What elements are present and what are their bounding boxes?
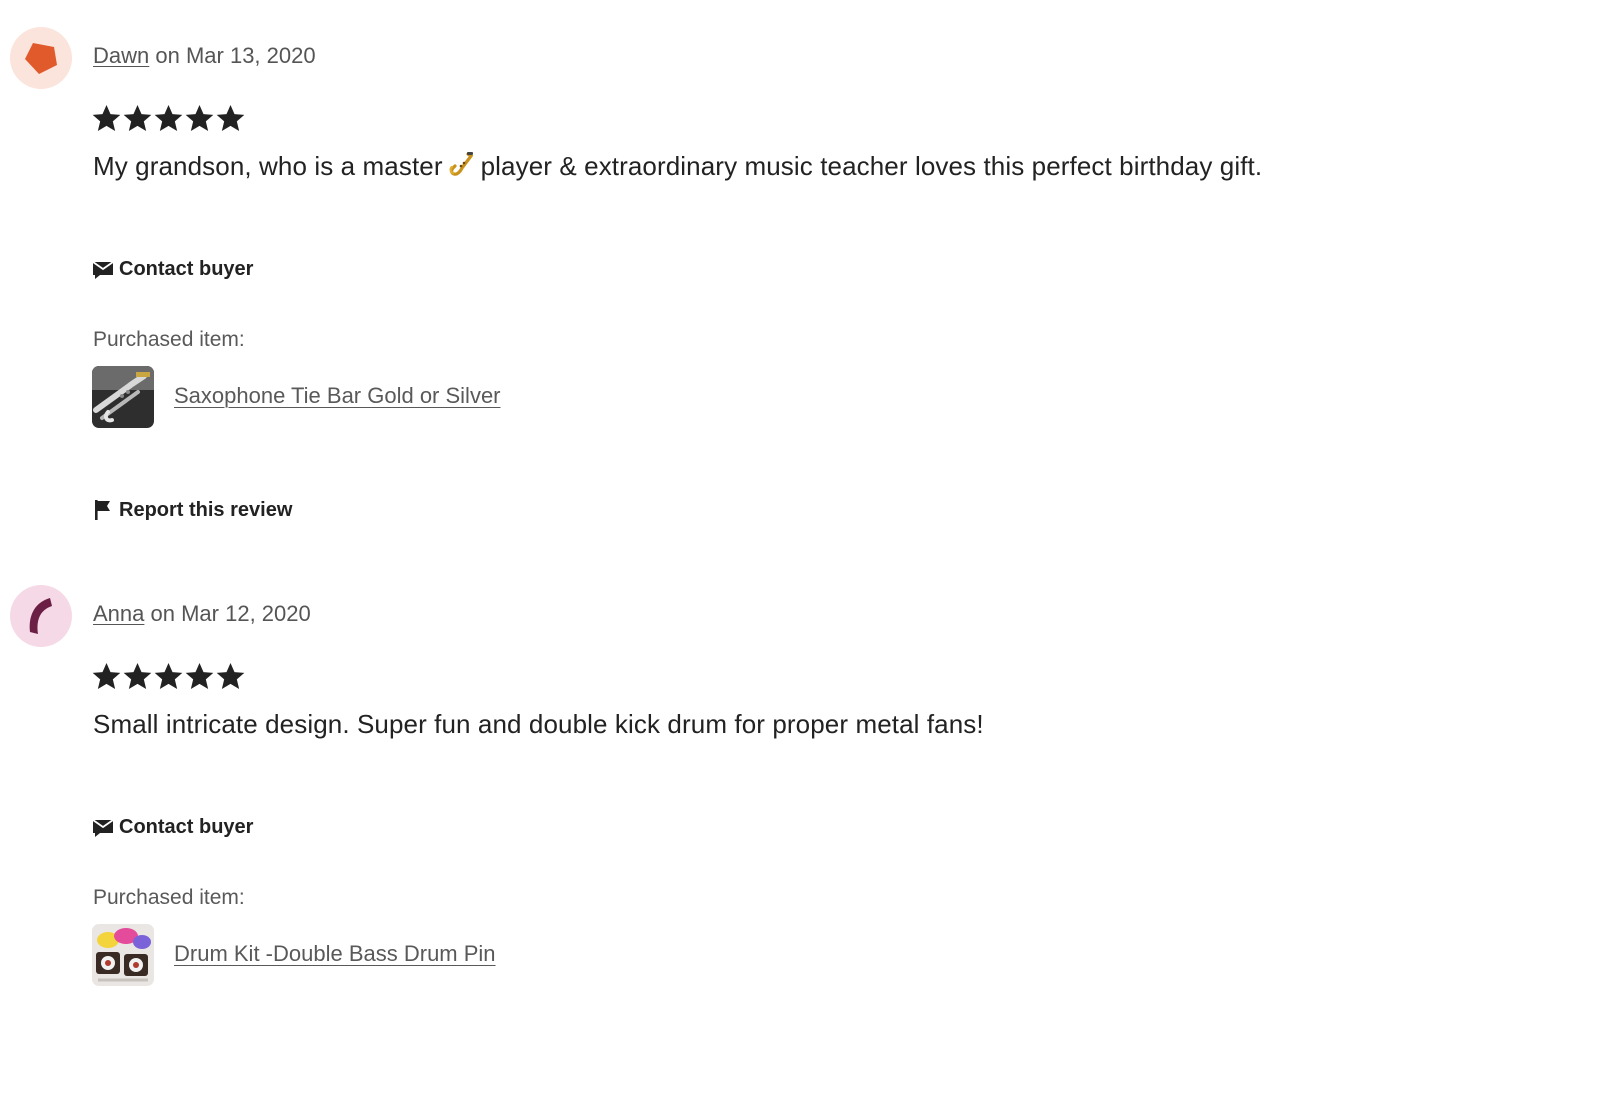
- star-icon: [154, 662, 183, 690]
- reviewer-name-link[interactable]: Anna: [93, 601, 144, 626]
- review-byline: Dawn on Mar 13, 2020: [93, 43, 316, 69]
- message-icon: [92, 818, 114, 837]
- saxophone-tie-bar-image: [92, 366, 154, 428]
- star-icon: [216, 104, 245, 132]
- report-review-label: Report this review: [119, 498, 293, 521]
- reviewer-name-link[interactable]: Dawn: [93, 43, 149, 68]
- star-rating: [91, 661, 246, 692]
- crescent-avatar-icon: [29, 598, 52, 634]
- star-icon: [185, 662, 214, 690]
- star-rating: [91, 103, 246, 134]
- item-thumbnail[interactable]: [92, 924, 154, 986]
- star-icon: [154, 104, 183, 132]
- item-thumbnail[interactable]: [92, 366, 154, 428]
- saxophone-emoji-icon: [449, 152, 473, 176]
- star-icon: [123, 104, 152, 132]
- purchased-item-label: Purchased item:: [93, 886, 245, 909]
- message-icon: [92, 260, 114, 279]
- purchased-item-link[interactable]: Drum Kit -Double Bass Drum Pin: [174, 941, 496, 967]
- contact-buyer-label: Contact buyer: [119, 816, 254, 838]
- drum-kit-pin-image: [92, 924, 154, 986]
- star-icon: [185, 104, 214, 132]
- star-icon: [92, 104, 121, 132]
- contact-buyer-button[interactable]: Contact buyer: [92, 816, 253, 839]
- avatar[interactable]: [10, 27, 72, 89]
- review-item: Anna on Mar 12, 2020 Small intricate des…: [0, 558, 1600, 1118]
- star-icon: [216, 662, 245, 690]
- flag-icon: [95, 500, 110, 520]
- review-text-part: My grandson, who is a master: [93, 151, 443, 181]
- purchased-item-label: Purchased item:: [93, 328, 245, 351]
- review-date: on Mar 13, 2020: [155, 43, 316, 68]
- review-text-part: player & extraordinary music teacher lov…: [480, 151, 1263, 181]
- review-byline: Anna on Mar 12, 2020: [93, 601, 311, 627]
- contact-buyer-button[interactable]: Contact buyer: [92, 258, 253, 281]
- report-review-button[interactable]: Report this review: [92, 498, 292, 522]
- star-icon: [123, 662, 152, 690]
- avatar[interactable]: [10, 585, 72, 647]
- review-text: My grandson, who is a master player & ex…: [93, 151, 1262, 182]
- star-icon: [92, 662, 121, 690]
- review-item: Dawn on Mar 13, 2020 My grandson, who is…: [0, 0, 1600, 560]
- review-date: on Mar 12, 2020: [150, 601, 311, 626]
- pentagon-avatar-icon: [25, 43, 57, 74]
- purchased-item-link[interactable]: Saxophone Tie Bar Gold or Silver: [174, 383, 501, 409]
- review-text: Small intricate design. Super fun and do…: [93, 709, 984, 739]
- contact-buyer-label: Contact buyer: [119, 258, 254, 280]
